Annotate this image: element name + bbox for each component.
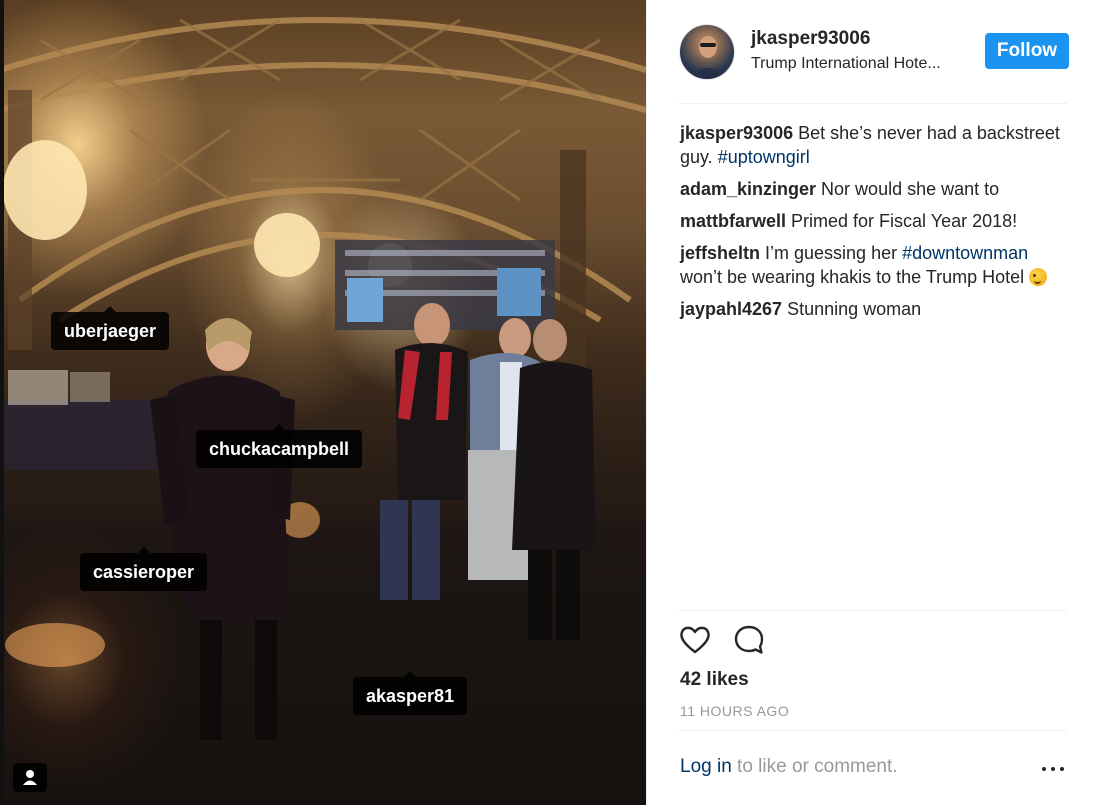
comment-item: adam_kinzinger Nor would she want to xyxy=(680,177,1072,201)
comment-username[interactable]: jkasper93006 xyxy=(680,123,793,143)
person-glyph xyxy=(23,770,37,785)
post-location[interactable]: Trump International Hote... xyxy=(751,55,961,73)
comment-username[interactable]: jeffsheltn xyxy=(680,243,760,263)
login-prompt: Log in to like or comment. xyxy=(680,756,898,778)
winking-emoji-icon xyxy=(1029,268,1048,286)
comment-text-tail: won’t be wearing khakis to the Trump Hot… xyxy=(680,267,1030,287)
comment-text: Nor would she want to xyxy=(816,179,1000,199)
login-link[interactable]: Log in xyxy=(680,756,732,777)
author-avatar[interactable] xyxy=(679,24,735,80)
login-prompt-text: to like or comment. xyxy=(731,756,898,777)
more-options-icon[interactable] xyxy=(1042,760,1066,778)
actions-divider xyxy=(679,610,1067,611)
avatar-portrait xyxy=(691,36,725,79)
comment-item: jkasper93006 Bet she’s never had a backs… xyxy=(680,121,1072,169)
user-tag-icon[interactable] xyxy=(13,763,47,792)
follow-button[interactable]: Follow xyxy=(985,33,1069,69)
comment-text: Primed for Fiscal Year 2018! xyxy=(786,211,1018,231)
comment-item: jeffsheltn I’m guessing her #downtownman… xyxy=(680,241,1072,289)
comment-icon[interactable] xyxy=(733,624,765,656)
header-divider xyxy=(679,103,1067,104)
comment-text: I’m guessing her xyxy=(760,243,903,263)
post-actions xyxy=(679,624,799,658)
heart-icon[interactable] xyxy=(679,624,711,656)
comments-list: jkasper93006 Bet she’s never had a backs… xyxy=(680,121,1072,329)
photo-tag-uberjaeger[interactable]: uberjaeger xyxy=(51,306,170,350)
post-details-panel: jkasper93006 Trump International Hote...… xyxy=(646,0,1100,805)
photo-scene xyxy=(0,17,646,805)
comment-username[interactable]: adam_kinzinger xyxy=(680,179,816,199)
likes-count[interactable]: 42 likes xyxy=(680,669,749,691)
comment-text: Stunning woman xyxy=(782,299,922,319)
photo-tag-cassieroper[interactable]: cassieroper xyxy=(80,547,208,591)
post-header: jkasper93006 Trump International Hote...… xyxy=(679,22,1069,82)
photo-edge xyxy=(0,0,4,805)
comment-username[interactable]: jaypahl4267 xyxy=(680,299,782,319)
comment-item: mattbfarwell Primed for Fiscal Year 2018… xyxy=(680,209,1072,233)
comment-item: jaypahl4267 Stunning woman xyxy=(680,297,1072,321)
author-username[interactable]: jkasper93006 xyxy=(751,28,870,50)
photo-tag-akasper81[interactable]: akasper81 xyxy=(353,671,468,715)
hashtag-link[interactable]: #downtownman xyxy=(902,243,1028,263)
hashtag-link[interactable]: #uptowngirl xyxy=(718,147,810,167)
footer-divider xyxy=(679,730,1067,731)
comment-username[interactable]: mattbfarwell xyxy=(680,211,786,231)
post-photo[interactable]: uberjaeger chuckacampbell cassieroper ak… xyxy=(0,0,646,805)
photo-tag-chuckacampbell[interactable]: chuckacampbell xyxy=(196,424,363,468)
post-timestamp[interactable]: 11 HOURS AGO xyxy=(680,703,789,719)
